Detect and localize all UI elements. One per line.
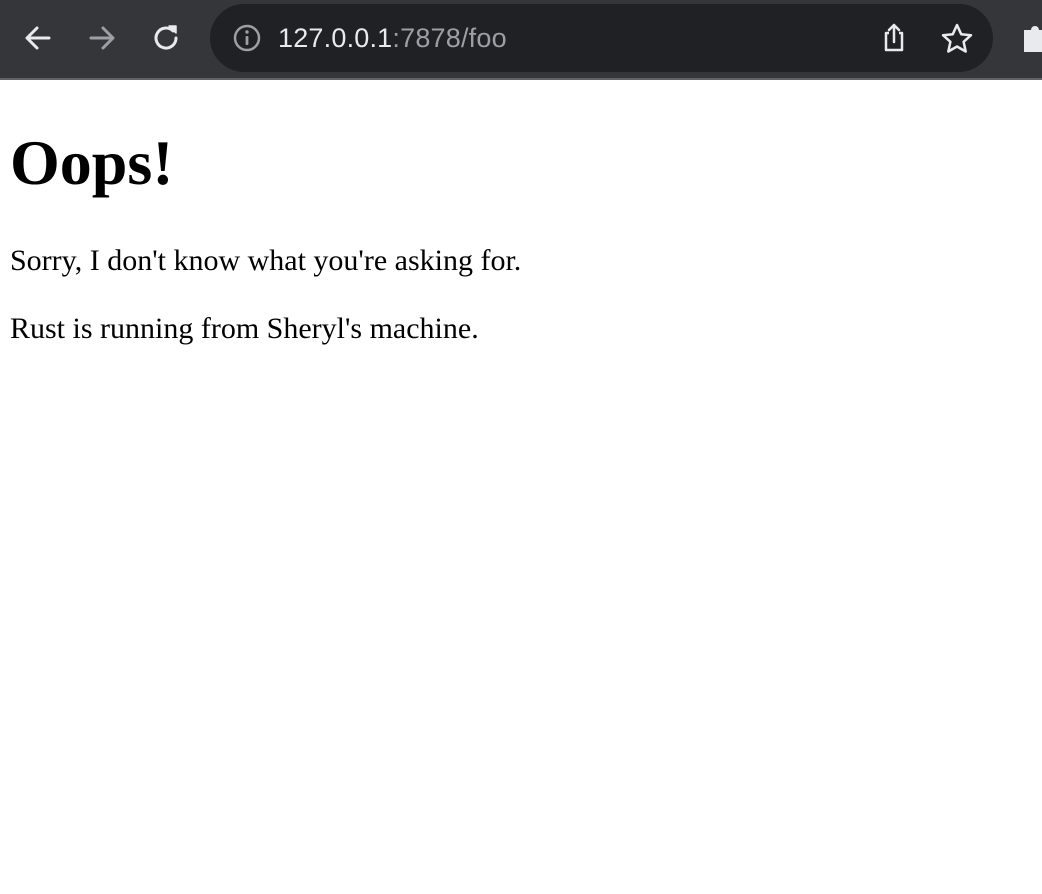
reload-icon: [154, 25, 178, 50]
page-heading: Oops!: [10, 127, 174, 198]
star-icon[interactable]: [940, 22, 974, 56]
puzzle-icon[interactable]: [1018, 20, 1042, 56]
server-info-text: Rust is running from Sheryl's machine.: [10, 312, 479, 345]
reload-button[interactable]: [146, 18, 186, 58]
url-host: 127.0.0.1: [278, 23, 393, 53]
share-icon[interactable]: [878, 22, 910, 54]
address-bar[interactable]: 127.0.0.1:7878/foo: [210, 4, 993, 72]
back-button[interactable]: [18, 18, 58, 58]
browser-toolbar: 127.0.0.1:7878/foo: [0, 0, 1042, 80]
url-text[interactable]: 127.0.0.1:7878/foo: [278, 21, 507, 55]
arrow-right-icon: [89, 26, 115, 50]
forward-button[interactable]: [82, 18, 122, 58]
info-icon[interactable]: [232, 23, 262, 53]
url-path: :7878/foo: [392, 23, 507, 53]
error-message: Sorry, I don't know what you're asking f…: [10, 244, 522, 277]
arrow-left-icon: [25, 26, 51, 50]
